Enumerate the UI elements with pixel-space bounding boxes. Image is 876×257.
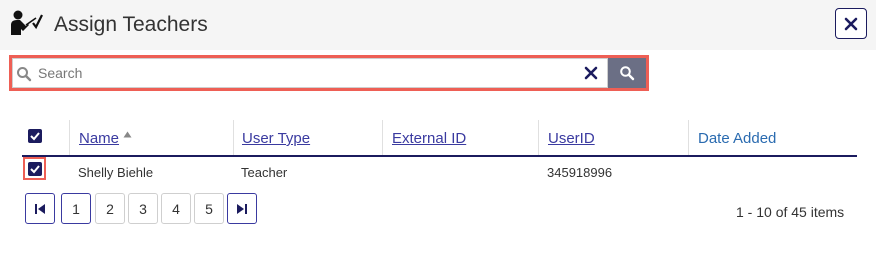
search-icon (620, 66, 635, 81)
column-divider (233, 120, 234, 156)
cell-userid: 345918996 (547, 165, 613, 180)
search-button[interactable] (608, 58, 646, 88)
column-header-user-type[interactable]: User Type (242, 130, 310, 147)
column-header-userid[interactable]: UserID (548, 130, 595, 147)
page-button-3[interactable]: 3 (128, 193, 158, 224)
page-button-2[interactable]: 2 (95, 193, 125, 224)
last-page-icon (237, 203, 247, 214)
first-page-button[interactable] (25, 193, 55, 224)
search-field[interactable] (12, 58, 608, 88)
column-divider (69, 120, 70, 156)
pagination-info: 1 - 10 of 45 items (736, 204, 845, 220)
column-divider (382, 120, 383, 156)
select-all-checkbox[interactable] (28, 129, 42, 143)
column-divider (688, 120, 689, 156)
column-divider (538, 120, 539, 156)
table-header-border (22, 155, 857, 157)
cell-user-type: Teacher (241, 165, 288, 180)
page-button-5[interactable]: 5 (194, 193, 224, 224)
dialog-title: Assign Teachers (54, 13, 208, 36)
cell-name: Shelly Biehle (78, 165, 154, 180)
sort-ascending-icon (123, 131, 132, 138)
close-button[interactable] (835, 8, 867, 39)
column-header-name[interactable]: Name (79, 130, 119, 147)
last-page-button[interactable] (227, 193, 257, 224)
first-page-icon (35, 203, 45, 214)
checkmark-icon (30, 165, 40, 174)
search-input[interactable] (38, 62, 578, 84)
page-button-1[interactable]: 1 (61, 193, 91, 224)
row-checkbox[interactable] (28, 162, 42, 176)
clear-search-icon[interactable] (584, 66, 598, 80)
column-header-date-added: Date Added (698, 130, 777, 147)
search-icon (17, 67, 32, 82)
close-icon (844, 17, 858, 30)
page-button-4[interactable]: 4 (161, 193, 191, 224)
column-header-external-id[interactable]: External ID (392, 130, 466, 147)
checkmark-icon (30, 132, 40, 141)
teacher-pointer-icon (9, 9, 43, 37)
dialog-header: Assign Teachers (0, 0, 876, 50)
